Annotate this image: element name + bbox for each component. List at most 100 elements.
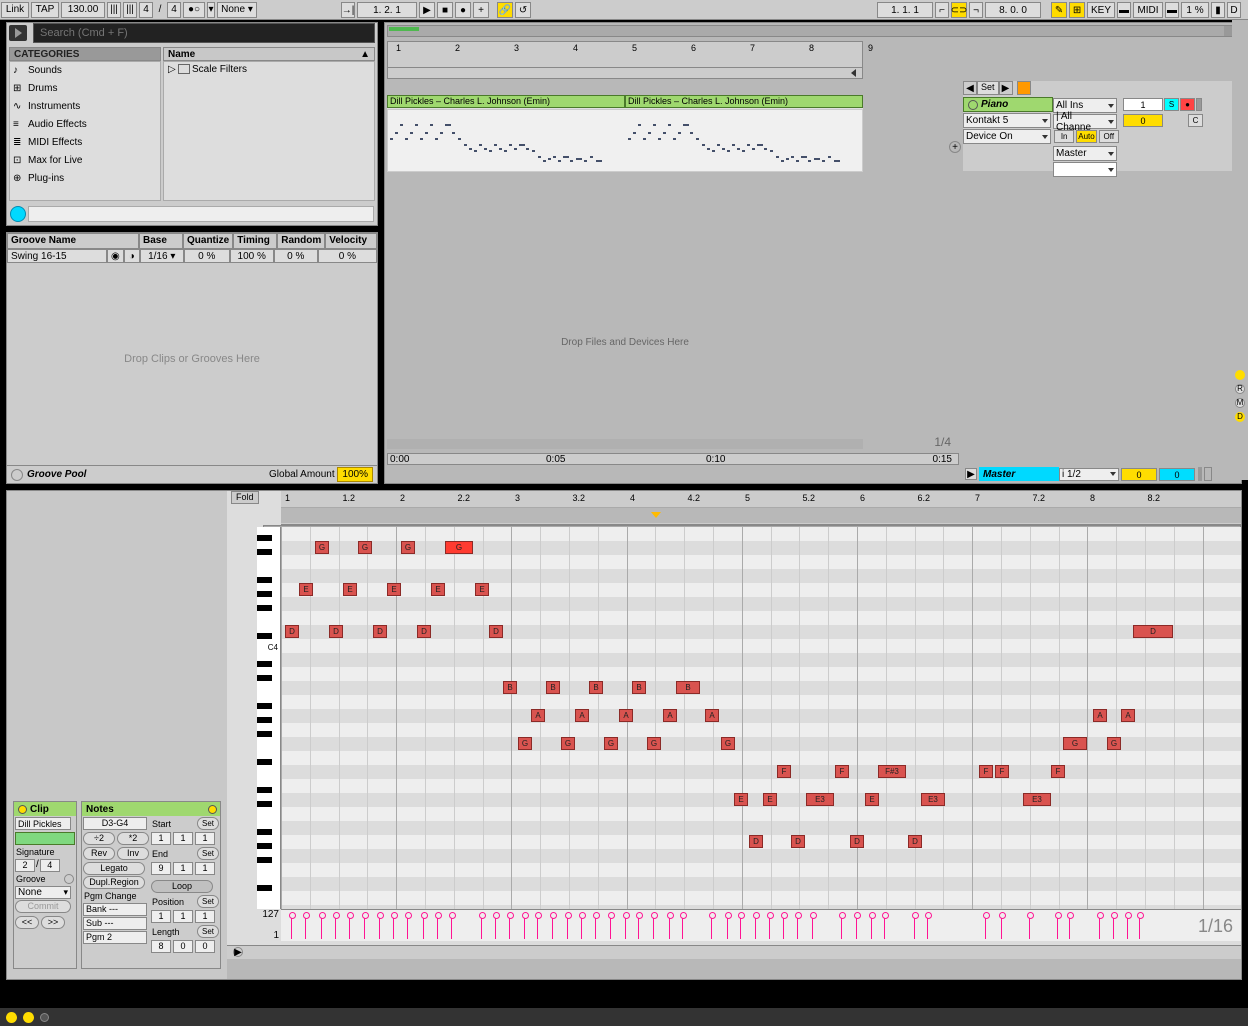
velocity-marker[interactable]: [740, 915, 741, 939]
master-play-icon[interactable]: ▶: [965, 468, 977, 480]
loop-length-field[interactable]: 8. 0. 0: [985, 2, 1041, 18]
nudge-back-button[interactable]: <<: [15, 916, 39, 929]
note-range-field[interactable]: D3-G4: [83, 817, 147, 830]
midi-note[interactable]: E: [343, 583, 357, 596]
midi-note[interactable]: B: [503, 681, 517, 694]
commit-button[interactable]: Commit: [15, 900, 71, 913]
groove-play-icon[interactable]: ◉: [107, 249, 124, 263]
velocity-marker[interactable]: [321, 915, 322, 939]
velocity-marker[interactable]: [669, 915, 670, 939]
midi-note[interactable]: E: [865, 793, 879, 806]
midi-note[interactable]: B: [546, 681, 560, 694]
set-pos-button[interactable]: Set: [197, 895, 219, 908]
midi-button[interactable]: MIDI: [1133, 2, 1163, 18]
random-cell[interactable]: 0 %: [274, 249, 318, 263]
velocity-marker[interactable]: [856, 915, 857, 939]
midi-note[interactable]: B: [632, 681, 646, 694]
groove-hot-swap-icon[interactable]: [64, 874, 74, 884]
cue-out-select[interactable]: i 1/2: [1059, 468, 1119, 481]
loop-brace[interactable]: [387, 67, 863, 79]
velocity-marker[interactable]: [769, 915, 770, 939]
midi-note[interactable]: E: [431, 583, 445, 596]
notes-toggle-icon[interactable]: [208, 805, 217, 814]
velocity-marker[interactable]: [1001, 915, 1002, 939]
set-button[interactable]: Set: [977, 81, 999, 95]
velocity-marker[interactable]: [524, 915, 525, 939]
midi-note[interactable]: D: [285, 625, 299, 638]
midi-note[interactable]: D: [373, 625, 387, 638]
velocity-marker[interactable]: [364, 915, 365, 939]
monitor-auto-button[interactable]: Auto: [1076, 130, 1096, 143]
velocity-marker[interactable]: [797, 915, 798, 939]
velocity-marker[interactable]: [711, 915, 712, 939]
velocity-marker[interactable]: [1127, 915, 1128, 939]
midi-note[interactable]: A: [663, 709, 677, 722]
loop-brace-row[interactable]: [281, 507, 1241, 523]
velocity-marker[interactable]: [985, 915, 986, 939]
playhead-marker[interactable]: [651, 512, 661, 518]
category-item[interactable]: ≡Audio Effects: [10, 116, 160, 134]
timing-cell[interactable]: 100 %: [230, 249, 274, 263]
midi-note[interactable]: A: [705, 709, 719, 722]
velocity-marker[interactable]: [481, 915, 482, 939]
velocity-marker[interactable]: [1139, 915, 1140, 939]
groove-name-cell[interactable]: Swing 16-15: [7, 249, 107, 263]
midi-note[interactable]: A: [575, 709, 589, 722]
category-item[interactable]: ∿Instruments: [10, 98, 160, 116]
reverse-button[interactable]: Rev: [83, 847, 115, 860]
midi-note[interactable]: G: [561, 737, 575, 750]
velocity-marker[interactable]: [437, 915, 438, 939]
arrangement-overview[interactable]: [387, 25, 1239, 37]
groove-pool-play-icon[interactable]: [11, 469, 23, 481]
master-send-box[interactable]: 0: [1121, 468, 1157, 481]
len-bar[interactable]: 8: [151, 940, 171, 953]
velocity-marker[interactable]: [291, 915, 292, 939]
velocity-marker[interactable]: [349, 915, 350, 939]
midi-note[interactable]: E: [734, 793, 748, 806]
tempo-nudge-down[interactable]: |||: [107, 2, 121, 18]
master-expand[interactable]: [1204, 467, 1212, 481]
half-button[interactable]: ÷2: [83, 832, 115, 845]
midi-note[interactable]: B: [676, 681, 700, 694]
follow-button[interactable]: →|: [341, 2, 355, 18]
arm-button[interactable]: ●: [1180, 98, 1195, 111]
midi-clip[interactable]: Dill Pickles – Charles L. Johnson (Emin): [625, 95, 863, 108]
sig-den-field[interactable]: 4: [167, 2, 181, 18]
len-16th[interactable]: 0: [195, 940, 215, 953]
velocity-marker[interactable]: [1029, 915, 1030, 939]
midi-note[interactable]: G: [647, 737, 661, 750]
arrange-position[interactable]: 1. 2. 1: [357, 2, 417, 18]
c-button[interactable]: C: [1188, 114, 1203, 127]
velocity-marker[interactable]: [581, 915, 582, 939]
arrange-h-scroll[interactable]: [387, 439, 863, 449]
quantize-cell[interactable]: 0 %: [184, 249, 230, 263]
track-fold-icon[interactable]: [968, 100, 978, 110]
loop-start-field[interactable]: 1. 1. 1: [877, 2, 933, 18]
midi-note[interactable]: D: [850, 835, 864, 848]
velocity-marker[interactable]: [884, 915, 885, 939]
link-button[interactable]: Link: [1, 2, 29, 18]
midi-note[interactable]: D: [749, 835, 763, 848]
velocity-marker[interactable]: [625, 915, 626, 939]
end-16th[interactable]: 1: [195, 862, 215, 875]
velocity-marker[interactable]: [927, 915, 928, 939]
velocity-marker[interactable]: [407, 915, 408, 939]
end-beat[interactable]: 1: [173, 862, 193, 875]
velocity-marker[interactable]: [871, 915, 872, 939]
midi-note[interactable]: G: [401, 541, 415, 554]
velocity-marker[interactable]: [552, 915, 553, 939]
monitor-off-button[interactable]: Off: [1099, 130, 1119, 143]
search-bar[interactable]: [33, 23, 375, 43]
stop-button[interactable]: ■: [437, 2, 453, 18]
velocity-marker[interactable]: [682, 915, 683, 939]
velocity-marker[interactable]: [393, 915, 394, 939]
midi-note[interactable]: E: [475, 583, 489, 596]
set-end-button[interactable]: Set: [197, 847, 219, 860]
midi-note[interactable]: A: [1121, 709, 1135, 722]
pos-bar[interactable]: 1: [151, 910, 171, 923]
velocity-marker[interactable]: [1057, 915, 1058, 939]
arrangement-time-ruler[interactable]: 0:00 0:05 0:10 0:15: [387, 453, 959, 465]
metronome-button[interactable]: ●○: [183, 2, 205, 18]
punch-in-button[interactable]: ⌐: [935, 2, 949, 18]
master-vol-box[interactable]: 0: [1159, 468, 1195, 481]
